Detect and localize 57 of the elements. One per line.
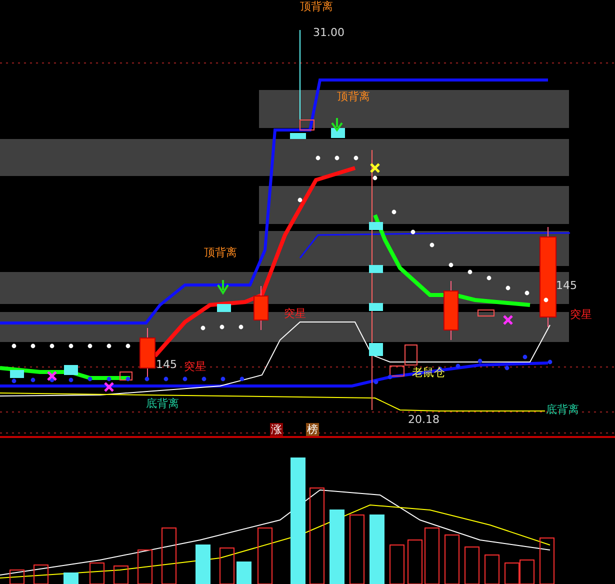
volume-bar (424, 528, 440, 584)
volume-bar (236, 562, 252, 584)
volume-bar (64, 572, 78, 584)
volume-marker (217, 304, 231, 312)
volume-bar (350, 514, 364, 584)
volume-bar (10, 570, 24, 584)
volume-bar (34, 564, 48, 584)
chart-label: 31.00 (313, 26, 344, 40)
volume-bar (408, 540, 422, 584)
volume-bar (520, 560, 534, 584)
volume-bar (484, 554, 500, 584)
hollow-candlestick (300, 120, 314, 130)
volume-bar (162, 528, 176, 584)
chart-label: 底背离 (146, 397, 179, 411)
volume-bar (504, 562, 520, 584)
cross-icon (46, 370, 58, 382)
arrow-icon (217, 279, 229, 295)
volume-bar (444, 534, 460, 584)
cross-icon (104, 382, 114, 392)
chart-label: 突星 (284, 307, 306, 321)
volume-marker (331, 128, 345, 138)
volume-bar (464, 546, 480, 584)
candlestick (254, 286, 268, 330)
volume-marker (369, 303, 383, 311)
cross-icon (502, 314, 514, 326)
volume-bar (90, 562, 104, 584)
chart-label: 底背离 (546, 403, 579, 417)
chart-label: 顶背离 (204, 246, 237, 260)
volume-bar (196, 544, 210, 584)
volume-bar (114, 566, 128, 584)
cross-icon (370, 162, 380, 174)
hollow-candlestick (120, 372, 132, 380)
candlestick (140, 328, 156, 378)
volume-bar (220, 548, 234, 584)
volume-bar (138, 550, 152, 584)
chart-label: 顶背离 (300, 0, 333, 14)
volume-marker (10, 370, 24, 378)
panel-title: 榜 (306, 423, 319, 436)
panel-title: 涨 (270, 423, 283, 436)
chart-label: 突星 (570, 308, 592, 322)
volume-bar (258, 528, 272, 584)
chart-label: 突星 (184, 360, 206, 374)
volume-bar (540, 538, 554, 584)
volume-marker (369, 222, 383, 230)
chart-label: 145 (556, 279, 577, 293)
volume-marker (369, 265, 383, 273)
chart-label: 顶背离 (337, 90, 370, 104)
hollow-candlestick (478, 310, 494, 316)
chart-label: 20.18 (408, 413, 440, 427)
volume-marker (369, 343, 383, 356)
arrow-icon (331, 117, 343, 132)
candlestick (444, 280, 458, 340)
volume-bar (390, 544, 404, 584)
volume-marker (64, 365, 78, 375)
chart-label: 145 (156, 358, 177, 372)
volume-bar (370, 514, 384, 584)
volume-marker (290, 133, 306, 139)
